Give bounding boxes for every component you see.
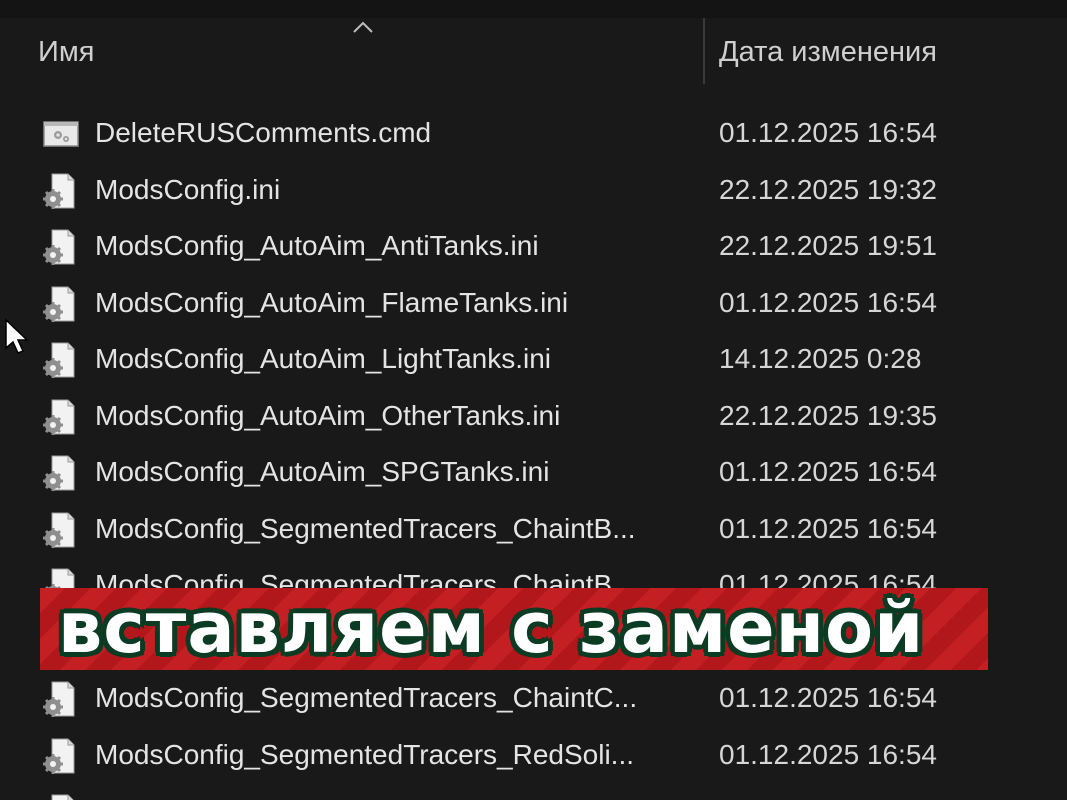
file-row[interactable]: ModsConfig_AutoAim_OtherTanks.ini 22.12.2… [0, 387, 1067, 444]
file-row[interactable]: ModsConfig_SegmentedTracers_RedSoli... 01… [0, 726, 1067, 783]
file-name: ModsConfig_SegmentedTracers_RedSoli... [95, 738, 635, 770]
ini-file-icon [42, 680, 80, 718]
column-divider[interactable] [703, 18, 705, 84]
ini-file-icon [42, 341, 80, 379]
column-header-date-modified[interactable]: Дата изменения [719, 32, 937, 72]
file-date-modified: 01.12.2025 16:54 [719, 286, 937, 318]
file-list: DeleteRUSComments.cmd 01.12.2025 16:54 Mod… [0, 104, 1067, 800]
cmd-file-icon [42, 115, 80, 153]
file-name: ModsConfig.ini [95, 173, 281, 205]
file-name: ModsConfig_SegmentedTracers_RedSoli... [95, 791, 634, 800]
file-date-modified: 01.12.2025 16:54 [719, 682, 937, 713]
file-date-modified: 01.12.2025 16:54 [719, 791, 937, 800]
file-name: ModsConfig_SegmentedTracers_ChaintB... [95, 512, 636, 544]
file-name: ModsConfig_AutoAim_OtherTanks.ini [95, 399, 561, 431]
file-row[interactable]: ModsConfig_AutoAim_SPGTanks.ini 01.12.202… [0, 443, 1067, 500]
column-header-bar: Имя Дата изменения [0, 18, 1067, 86]
file-name: ModsConfig_AutoAim_FlameTanks.ini [95, 286, 569, 318]
file-name: ModsConfig_AutoAim_SPGTanks.ini [95, 456, 550, 487]
ini-file-icon [42, 511, 80, 549]
column-header-name[interactable]: Имя [38, 32, 95, 72]
ini-file-icon [42, 398, 80, 436]
file-name: ModsConfig_SegmentedTracers_ChaintC... [95, 682, 638, 713]
ini-file-icon [42, 793, 80, 800]
file-date-modified: 22.12.2025 19:51 [719, 230, 937, 261]
file-date-modified: 01.12.2025 16:54 [719, 738, 937, 770]
sort-ascending-icon[interactable] [352, 20, 374, 34]
mouse-cursor-icon [5, 318, 29, 354]
file-date-modified: 01.12.2025 16:54 [719, 512, 937, 544]
file-name: ModsConfig_AutoAim_AntiTanks.ini [95, 230, 539, 261]
file-row[interactable]: ModsConfig_AutoAim_LightTanks.ini 14.12.2… [0, 330, 1067, 387]
file-row[interactable]: ModsConfig_SegmentedTracers_ChaintB... 01… [0, 500, 1067, 557]
ini-file-icon [42, 454, 80, 492]
file-date-modified: 22.12.2025 19:35 [719, 399, 937, 431]
file-date-modified: 01.12.2025 16:54 [719, 456, 937, 487]
ini-file-icon [42, 172, 80, 210]
file-date-modified: 01.12.2025 16:54 [719, 117, 937, 148]
file-date-modified: 14.12.2025 0:28 [719, 343, 922, 374]
ini-file-icon [42, 285, 80, 323]
file-row[interactable]: ModsConfig_SegmentedTracers_RedSoli... 01… [0, 782, 1067, 800]
ini-file-icon [42, 737, 80, 775]
file-row[interactable]: ModsConfig_AutoAim_AntiTanks.ini 22.12.20… [0, 217, 1067, 274]
file-name: ModsConfig_AutoAim_LightTanks.ini [95, 343, 552, 374]
file-row[interactable]: ModsConfig_SegmentedTracers_ChaintC... 01… [0, 669, 1067, 726]
file-name: DeleteRUSComments.cmd [95, 117, 432, 148]
file-date-modified: 22.12.2025 19:32 [719, 173, 937, 205]
ini-file-icon [42, 228, 80, 266]
caption-text: вставляем с заменой [58, 587, 925, 669]
file-row[interactable]: ModsConfig.ini 22.12.2025 19:32 [0, 161, 1067, 218]
file-row[interactable]: DeleteRUSComments.cmd 01.12.2025 16:54 [0, 104, 1067, 161]
file-row[interactable]: ModsConfig_AutoAim_FlameTanks.ini 01.12.2… [0, 274, 1067, 331]
top-bar [0, 0, 1067, 18]
